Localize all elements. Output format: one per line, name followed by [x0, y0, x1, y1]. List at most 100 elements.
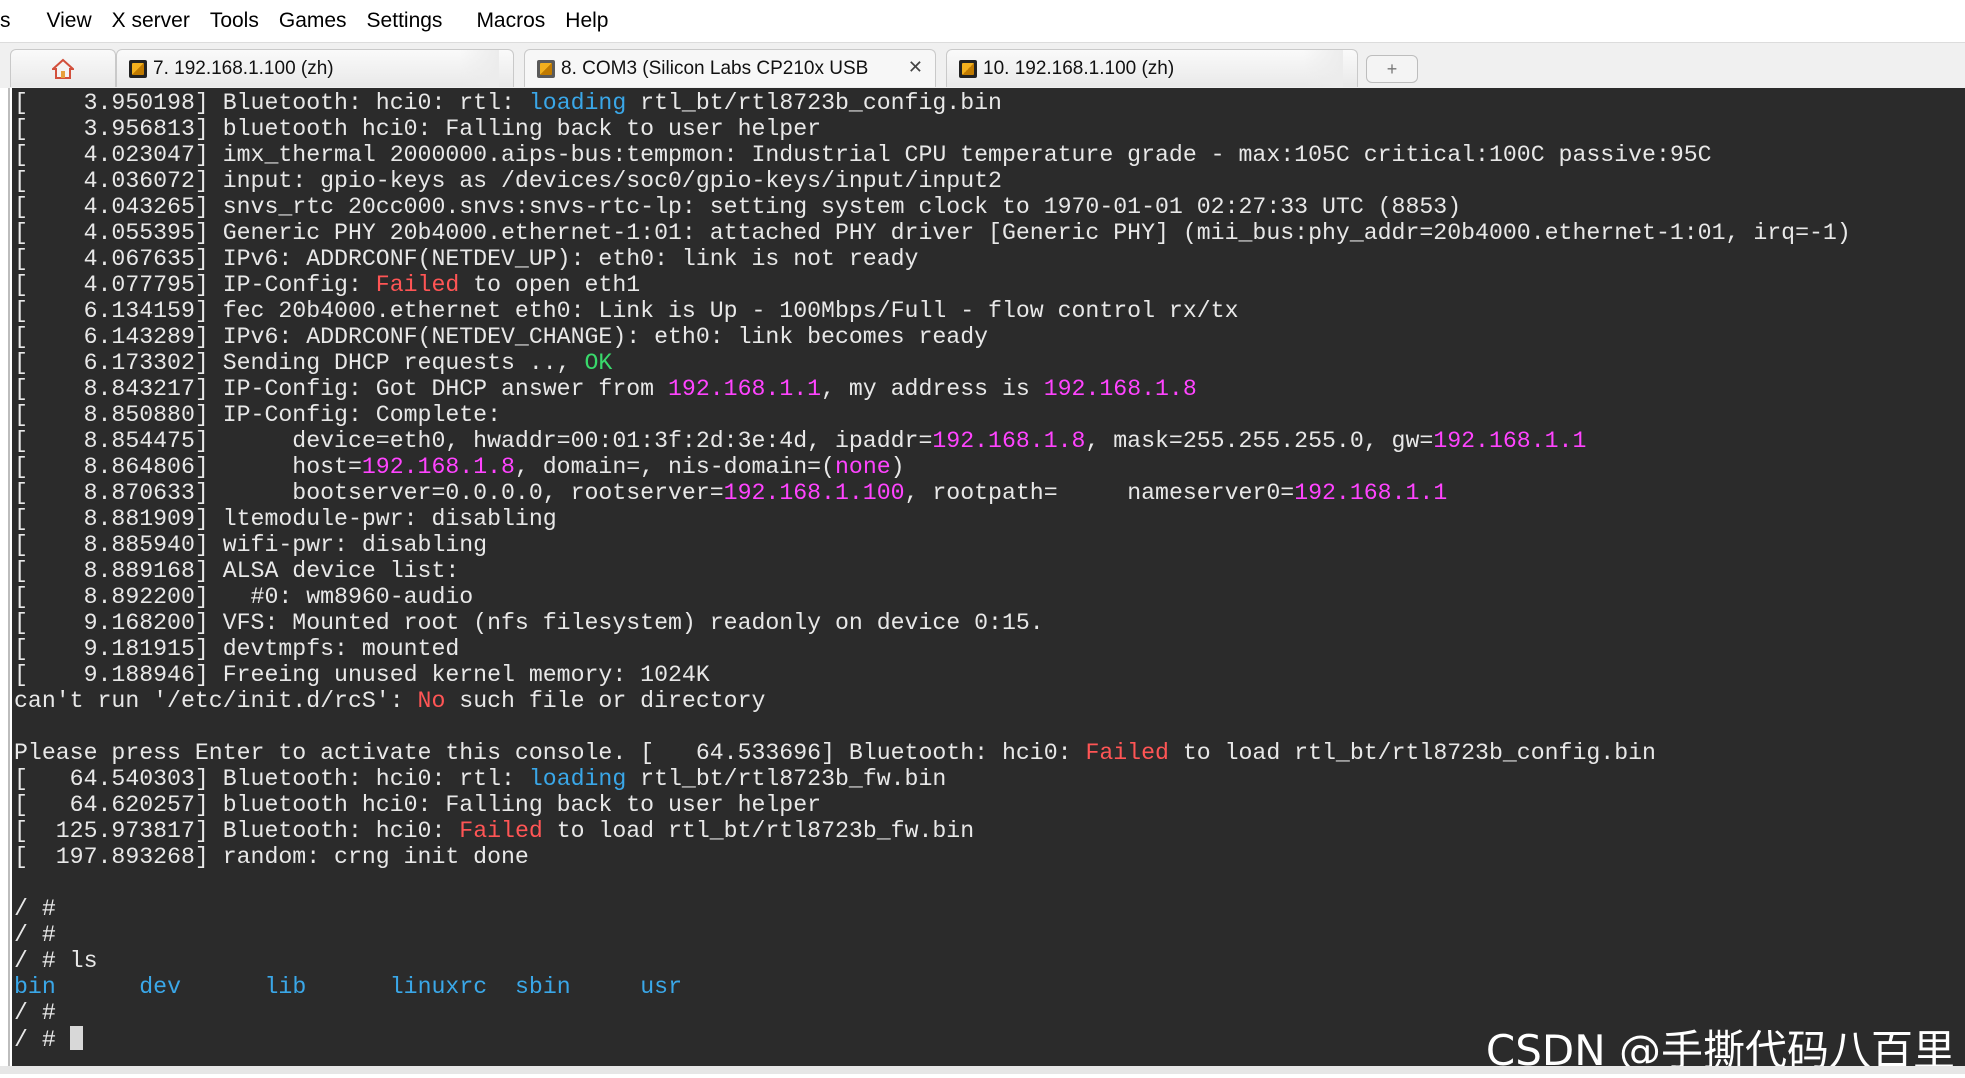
terminal-line: Please press Enter to activate this cons…	[14, 740, 1851, 766]
terminal-text: 192.168.1.8	[932, 428, 1086, 454]
tab-bar: 7. 192.168.1.100 (zh) 8. COM3 (Silicon L…	[0, 42, 1965, 89]
terminal-icon	[129, 59, 147, 78]
terminal-line: [ 8.850880] IP-Config: Complete:	[14, 402, 1851, 428]
tab-session-8[interactable]: 8. COM3 (Silicon Labs CP210x USB ✕	[524, 49, 936, 87]
terminal-text: / #	[14, 896, 56, 922]
menu-macros[interactable]: Macros	[452, 9, 555, 33]
menu-tools[interactable]: Tools	[200, 9, 269, 33]
menu-view[interactable]: View	[37, 9, 102, 33]
serial-icon	[537, 59, 555, 78]
terminal-text: [ 9.188946] Freeing unused kernel memory…	[14, 662, 710, 688]
terminal-line: [ 6.173302] Sending DHCP requests .., OK	[14, 350, 1851, 376]
terminal-text: , domain=, nis-domain=(	[514, 454, 835, 480]
terminal-line: [ 4.055395] Generic PHY 20b4000.ethernet…	[14, 220, 1851, 246]
terminal-text: 192.168.1.8	[1043, 376, 1197, 402]
terminal-text: [ 4.077795] IP-Config:	[14, 272, 376, 298]
status-bar	[0, 1066, 1965, 1074]
terminal-line: [ 64.540303] Bluetooth: hci0: rtl: loadi…	[14, 766, 1851, 792]
home-icon	[50, 58, 76, 80]
terminal-text: [ 8.864806] host=	[14, 454, 362, 480]
terminal-text: Please press Enter to activate this cons…	[14, 740, 1086, 766]
tab-label: 8. COM3 (Silicon Labs CP210x USB	[561, 57, 869, 79]
terminal-text: [ 64.620257] bluetooth hci0: Falling bac…	[14, 792, 822, 818]
terminal-text: , mask=255.255.255.0, gw=	[1085, 428, 1434, 454]
terminal-text: loading	[528, 766, 627, 792]
terminal-text: [ 8.892200] #0: wm8960-audio	[14, 584, 474, 610]
terminal-cursor	[69, 1026, 83, 1050]
terminal-text: rtl_bt/rtl8723b_fw.bin	[626, 766, 947, 792]
menu-x-server[interactable]: X server	[102, 9, 200, 33]
terminal-text: [ 9.168200] VFS: Mounted root (nfs files…	[14, 610, 1044, 636]
terminal-line: bin dev lib linuxrc sbin usr	[14, 974, 1851, 1000]
terminal-text: 192.168.1.8	[361, 454, 515, 480]
terminal-text: [ 3.956813] bluetooth hci0: Falling back…	[14, 116, 822, 142]
terminal-text: none	[834, 454, 891, 480]
terminal-text: Failed	[459, 818, 543, 844]
terminal-text: Failed	[1085, 740, 1169, 766]
terminal-text: / # ls	[14, 948, 98, 974]
terminal-text: [ 4.023047] imx_thermal 2000000.aips-bus…	[14, 142, 1712, 168]
terminal-text: [ 3.950198] Bluetooth: hci0: rtl:	[14, 90, 529, 116]
terminal-text: [ 8.881909] ltemodule-pwr: disabling	[14, 506, 557, 532]
tab-home[interactable]	[10, 49, 116, 87]
terminal-text: 192.168.1.100	[723, 480, 905, 506]
terminal-text: [ 197.893268] random: crng init done	[14, 844, 529, 870]
close-icon[interactable]: ✕	[908, 57, 923, 78]
plus-icon: +	[1386, 59, 1398, 79]
menu-help[interactable]: Help	[555, 9, 618, 33]
menu-sessions[interactable]: s	[0, 9, 37, 33]
terminal-text: [ 8.885940] wifi-pwr: disabling	[14, 532, 488, 558]
terminal-view[interactable]: [ 3.950198] Bluetooth: hci0: rtl: loadin…	[0, 88, 1965, 1066]
terminal-text: OK	[584, 350, 613, 376]
terminal-text: )	[890, 454, 905, 480]
terminal-line: [ 4.067635] IPv6: ADDRCONF(NETDEV_UP): e…	[14, 246, 1851, 272]
terminal-text: [ 8.889168] ALSA device list:	[14, 558, 460, 584]
terminal-text: , my address is	[821, 376, 1044, 402]
new-tab-button[interactable]: +	[1366, 55, 1418, 83]
terminal-text: 192.168.1.1	[1294, 480, 1448, 506]
terminal-text: to open eth1	[459, 272, 641, 298]
tab-session-7[interactable]: 7. 192.168.1.100 (zh)	[116, 49, 514, 87]
terminal-line: [ 6.134159] fec 20b4000.ethernet eth0: L…	[14, 298, 1851, 324]
terminal-line: [ 9.188946] Freeing unused kernel memory…	[14, 662, 1851, 688]
terminal-text: usr	[640, 974, 682, 1000]
terminal-line: / #	[14, 922, 1851, 948]
terminal-text: No	[417, 688, 446, 714]
terminal-text: / #	[14, 922, 56, 948]
terminal-text: lib	[264, 974, 307, 1000]
terminal-text: 192.168.1.1	[668, 376, 822, 402]
menu-games[interactable]: Games	[269, 9, 357, 33]
terminal-text: [ 4.055395] Generic PHY 20b4000.ethernet…	[14, 220, 1851, 246]
terminal-line: [ 8.864806] host=192.168.1.8, domain=, n…	[14, 454, 1851, 480]
terminal-text: [ 4.067635] IPv6: ADDRCONF(NETDEV_UP): e…	[14, 246, 919, 272]
terminal-text: sbin	[515, 974, 571, 1000]
terminal-line: [ 8.843217] IP-Config: Got DHCP answer f…	[14, 376, 1851, 402]
terminal-text: such file or directory	[445, 688, 766, 714]
terminal-line: [ 8.885940] wifi-pwr: disabling	[14, 532, 1851, 558]
terminal-line: can't run '/etc/init.d/rcS': No such fil…	[14, 688, 1851, 714]
terminal-line: [ 4.023047] imx_thermal 2000000.aips-bus…	[14, 142, 1851, 168]
terminal-line: [ 6.143289] IPv6: ADDRCONF(NETDEV_CHANGE…	[14, 324, 1851, 350]
terminal-text: / #	[14, 1000, 56, 1026]
terminal-line: / #	[14, 896, 1851, 922]
terminal-line: [ 8.854475] device=eth0, hwaddr=00:01:3f…	[14, 428, 1851, 454]
terminal-text: [ 9.181915] devtmpfs: mounted	[14, 636, 460, 662]
terminal-line: [ 4.036072] input: gpio-keys as /devices…	[14, 168, 1851, 194]
terminal-line: [ 197.893268] random: crng init done	[14, 844, 1851, 870]
terminal-line: [ 9.168200] VFS: Mounted root (nfs files…	[14, 610, 1851, 636]
terminal-line: [ 3.950198] Bluetooth: hci0: rtl: loadin…	[14, 90, 1851, 116]
tab-session-10[interactable]: 10. 192.168.1.100 (zh)	[946, 49, 1358, 87]
terminal-line: [ 4.043265] snvs_rtc 20cc000.snvs:snvs-r…	[14, 194, 1851, 220]
terminal-text: [ 125.973817] Bluetooth: hci0:	[14, 818, 460, 844]
terminal-text: can't run '/etc/init.d/rcS':	[14, 688, 418, 714]
terminal-text: Failed	[375, 272, 460, 298]
tab-fade	[1303, 50, 1343, 87]
menu-settings[interactable]: Settings	[357, 9, 453, 33]
terminal-text: [ 6.143289] IPv6: ADDRCONF(NETDEV_CHANGE…	[14, 324, 989, 350]
